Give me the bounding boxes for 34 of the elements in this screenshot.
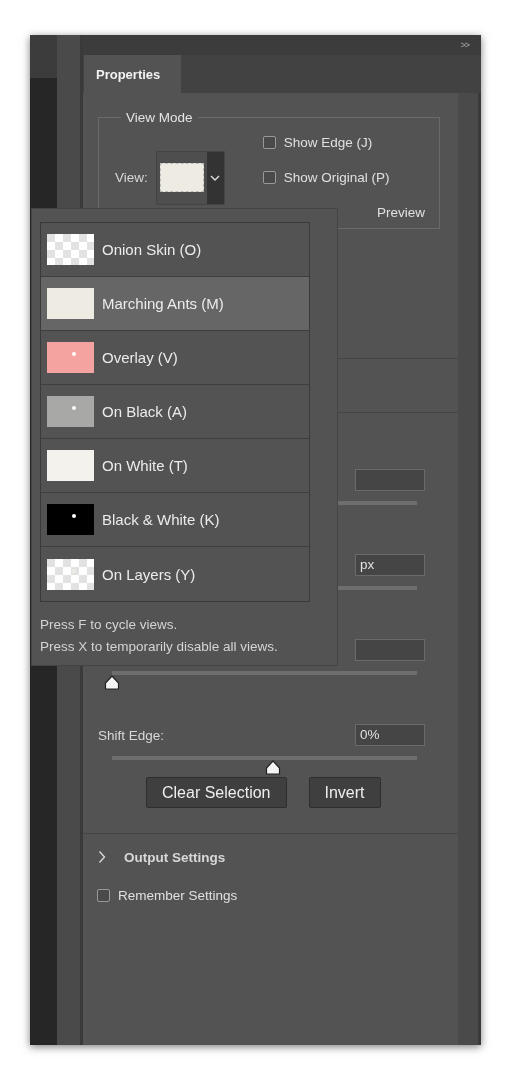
swatch-icon: [47, 396, 94, 427]
view-dropdown[interactable]: [155, 150, 225, 205]
checkbox-label[interactable]: Show Original (P): [283, 170, 390, 185]
checkbox[interactable]: [97, 889, 110, 902]
checkbox-label[interactable]: Show Edge (J): [283, 135, 373, 150]
checkbox[interactable]: [262, 136, 276, 149]
swatch-icon: [47, 342, 94, 373]
slider-label: Shift Edge:: [98, 727, 165, 743]
checkbox-label[interactable]: Remember Settings: [118, 888, 238, 903]
value-field[interactable]: 0%: [355, 724, 425, 746]
section-title[interactable]: Output Settings: [124, 849, 226, 865]
invert-button[interactable]: Invert: [308, 777, 381, 808]
chevron-down-icon: [210, 174, 221, 181]
checkbox-label[interactable]: Preview: [377, 205, 425, 220]
swatch-icon: [47, 450, 94, 481]
hint-text: Press X to temporarily disable all views.: [40, 638, 279, 656]
clear-selection-button[interactable]: Clear Selection: [146, 777, 287, 808]
group-title: View Mode: [125, 110, 194, 125]
swatch-icon: [159, 162, 204, 192]
view-label: View:: [115, 170, 148, 185]
slider-thumb[interactable]: [104, 675, 120, 690]
collapse-button[interactable]: >>: [460, 40, 469, 50]
properties-tab[interactable]: Properties: [84, 55, 181, 93]
chevron-right-icon[interactable]: [98, 850, 106, 864]
checkbox[interactable]: [262, 171, 276, 184]
swatch-icon: [47, 288, 94, 319]
menu-item[interactable]: Marching Ants (M): [41, 277, 309, 331]
value-field[interactable]: [355, 639, 425, 661]
swatch-icon: [47, 558, 94, 590]
swatch-icon: [47, 234, 94, 265]
hint-text: Press F to cycle views.: [40, 616, 179, 634]
value-field[interactable]: [355, 469, 425, 491]
swatch-icon: [47, 504, 94, 535]
value-field[interactable]: px: [355, 554, 425, 576]
